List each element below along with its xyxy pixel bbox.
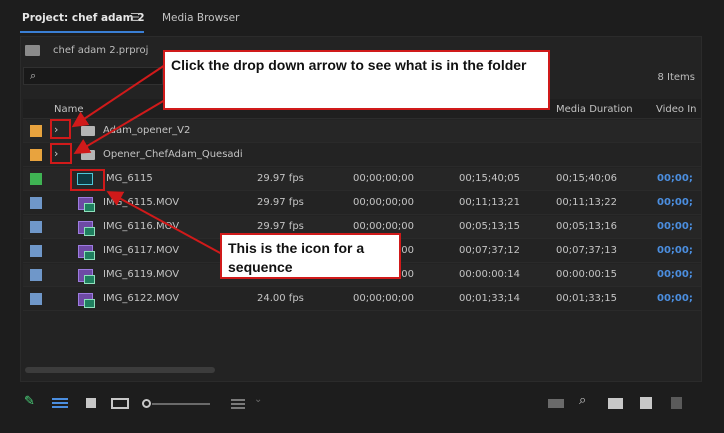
column-video-in[interactable]: Video In — [656, 104, 696, 115]
item-name: IMG_6119.MOV — [103, 269, 180, 280]
label-color-swatch[interactable] — [30, 293, 42, 305]
item-media-end: 00;07;37;12 — [459, 245, 521, 256]
item-media-start: 00;00;00;00 — [353, 221, 415, 232]
item-name: IMG_6115 — [103, 173, 153, 184]
item-media-end: 00;05;13;15 — [459, 221, 521, 232]
item-media-duration: 00;05;13;16 — [556, 221, 618, 232]
item-name: IMG_6115.MOV — [103, 197, 180, 208]
item-name: IMG_6116.MOV — [103, 221, 180, 232]
bin-folder-icon — [81, 150, 95, 160]
label-color-swatch[interactable] — [30, 245, 42, 257]
project-file-name: chef adam 2.prproj — [53, 45, 149, 56]
zoom-slider-track[interactable] — [152, 403, 210, 405]
item-name: IMG_6122.MOV — [103, 293, 180, 304]
project-item-row[interactable]: IMG_6115.MOV 29.97 fps 00;00;00;00 00;11;13… — [23, 192, 701, 215]
item-frame-rate: 29.97 fps — [257, 197, 304, 208]
item-name: IMG_6117.MOV — [103, 245, 180, 256]
item-video-in: 00;00; — [657, 221, 693, 232]
horizontal-scrollbar[interactable] — [25, 367, 215, 373]
project-item-row[interactable]: IMG_6122.MOV 24.00 fps 00;00;00;00 00;01;33… — [23, 288, 701, 311]
item-video-in: 00;00; — [657, 293, 693, 304]
item-frame-rate: 24.00 fps — [257, 293, 304, 304]
item-media-end: 00:00:00:14 — [459, 269, 521, 280]
label-color-swatch[interactable] — [30, 269, 42, 281]
label-color-swatch[interactable] — [30, 125, 42, 137]
highlight-folder-arrow-1 — [50, 119, 71, 139]
item-name: Opener_ChefAdam_Quesadi — [103, 149, 243, 160]
item-media-start: 00;00;00;00 — [353, 197, 415, 208]
project-toolbar: ✎ ⌄ ⌕ — [0, 388, 724, 418]
highlight-sequence-icon — [70, 169, 105, 191]
new-item-icon[interactable] — [640, 397, 652, 409]
item-name: Adam_opener_V2 — [103, 125, 191, 136]
zoom-slider-handle[interactable] — [142, 399, 151, 408]
tab-media-browser[interactable]: Media Browser — [162, 12, 239, 24]
items-count: 8 Items — [657, 72, 695, 83]
active-tab-indicator — [20, 31, 144, 33]
item-video-in: 00;00; — [657, 245, 693, 256]
icon-view-icon[interactable] — [86, 398, 96, 408]
clip-icon — [78, 245, 95, 260]
sort-icons-icon[interactable] — [231, 397, 245, 411]
column-media-duration[interactable]: Media Duration — [556, 104, 633, 115]
item-video-in: 00;00; — [657, 197, 693, 208]
project-item-row[interactable]: IMG_6115 29.97 fps 00;00;00;00 00;15;40;05 0… — [23, 168, 701, 191]
list-view-icon[interactable] — [52, 396, 68, 410]
bin-folder-icon — [81, 126, 95, 136]
callout-sequence-icon: This is the icon for a sequence — [220, 233, 401, 279]
item-video-in: 00;00; — [657, 173, 693, 184]
new-bin-icon[interactable] — [608, 398, 623, 409]
item-media-duration: 00:00:00:15 — [556, 269, 618, 280]
label-color-swatch[interactable] — [30, 149, 42, 161]
trash-icon[interactable] — [671, 397, 682, 409]
item-media-start: 00;00;00;00 — [353, 293, 415, 304]
project-file-icon — [25, 45, 40, 56]
find-icon[interactable]: ⌕ — [579, 393, 586, 408]
clip-icon — [78, 221, 95, 236]
freeform-view-icon[interactable] — [111, 398, 129, 409]
callout-dropdown-arrow: Click the drop down arrow to see what is… — [163, 50, 550, 110]
label-color-swatch[interactable] — [30, 173, 42, 185]
project-item-row[interactable]: › Adam_opener_V2 — [23, 120, 701, 143]
clip-icon — [78, 293, 95, 308]
highlight-folder-arrow-2 — [50, 143, 72, 164]
item-video-in: 00;00; — [657, 269, 693, 280]
item-media-end: 00;15;40;05 — [459, 173, 521, 184]
item-media-duration: 00;07;37;13 — [556, 245, 618, 256]
item-frame-rate: 29.97 fps — [257, 221, 304, 232]
tab-project[interactable]: Project: chef adam 2 — [22, 12, 145, 24]
item-media-end: 00;01;33;14 — [459, 293, 521, 304]
item-media-duration: 00;15;40;06 — [556, 173, 618, 184]
search-field[interactable]: ⌕ — [23, 67, 163, 85]
clip-icon — [78, 269, 95, 284]
item-media-start: 00;00;00;00 — [353, 173, 415, 184]
clip-icon — [78, 197, 95, 212]
item-media-duration: 00;11;13;22 — [556, 197, 618, 208]
writable-pencil-icon[interactable]: ✎ — [24, 394, 36, 409]
item-media-duration: 00;01;33;15 — [556, 293, 618, 304]
item-media-end: 00;11;13;21 — [459, 197, 521, 208]
panel-menu-icon[interactable]: ☰ — [130, 11, 140, 24]
automate-to-sequence-icon[interactable] — [548, 399, 564, 408]
item-frame-rate: 29.97 fps — [257, 173, 304, 184]
column-name[interactable]: Name — [54, 104, 84, 115]
label-color-swatch[interactable] — [30, 197, 42, 209]
label-color-swatch[interactable] — [30, 221, 42, 233]
panel-tab-bar: Project: chef adam 2 ☰ Media Browser — [0, 0, 724, 34]
sort-chevron-icon[interactable]: ⌄ — [254, 394, 262, 408]
search-icon: ⌕ — [30, 69, 37, 82]
project-item-row[interactable]: › Opener_ChefAdam_Quesadi — [23, 144, 701, 167]
